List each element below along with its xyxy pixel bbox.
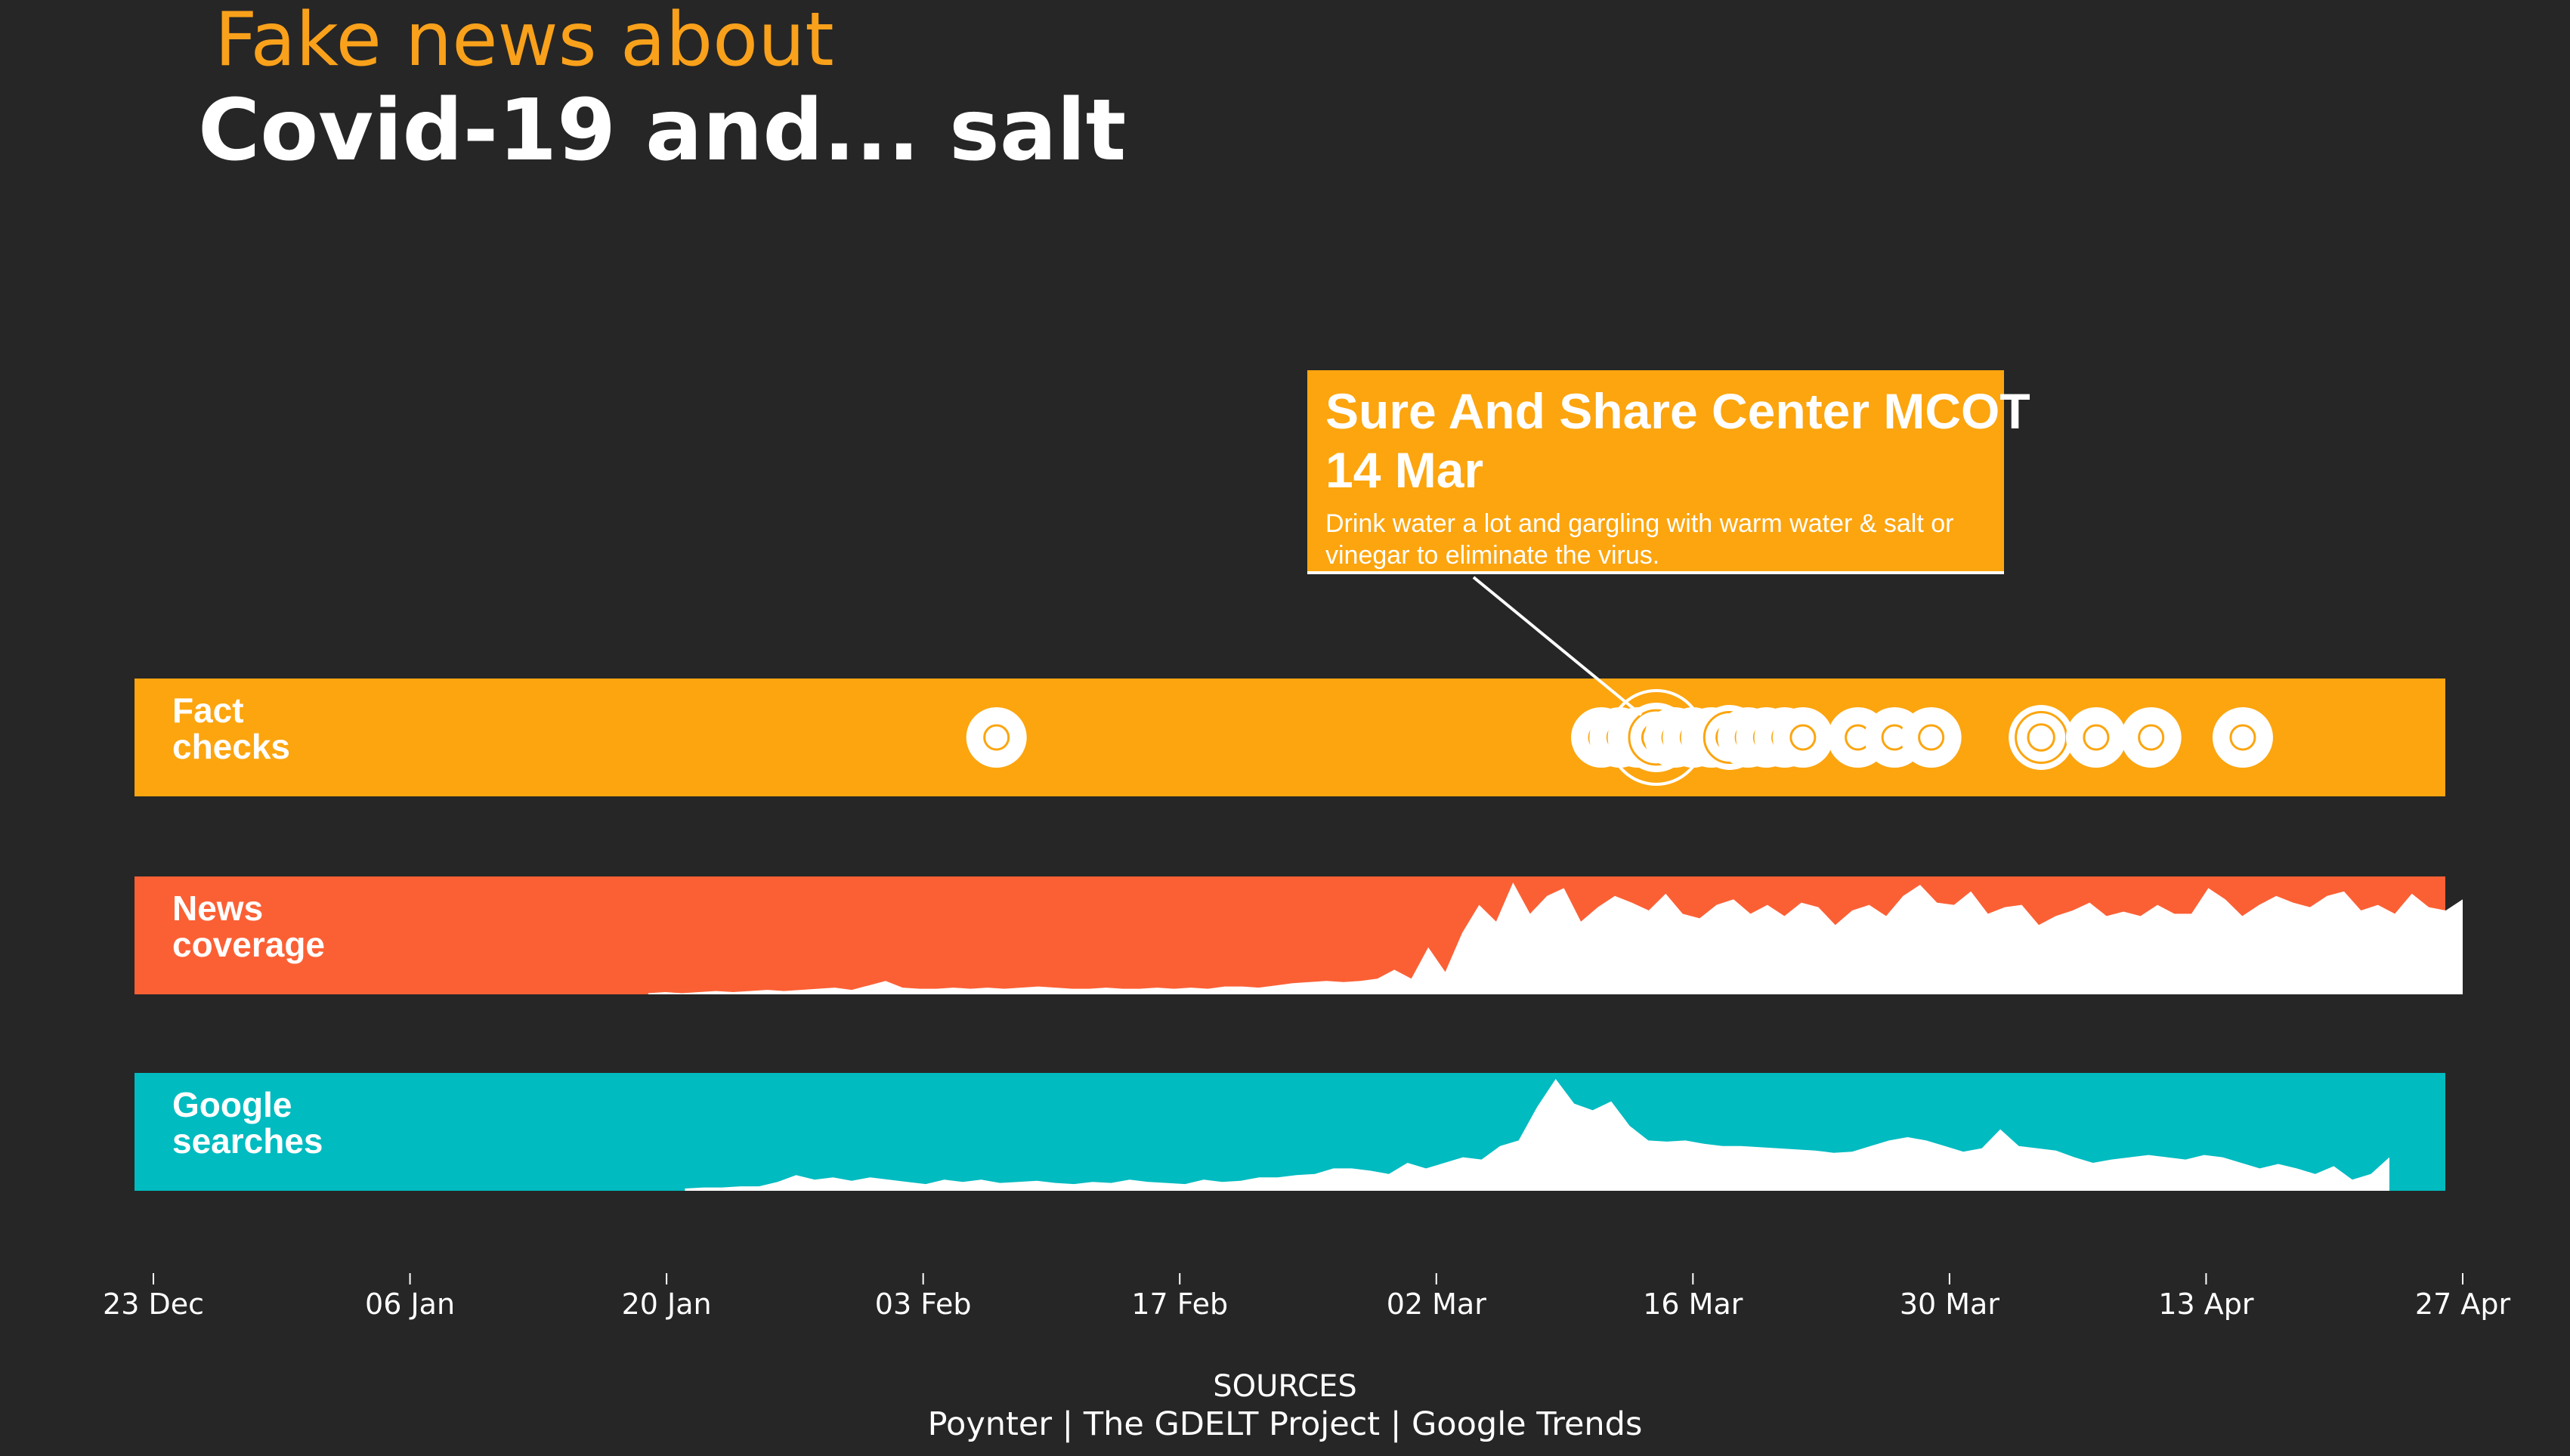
fact-check-marker — [1772, 707, 1833, 768]
fact-check-marker — [2065, 707, 2126, 768]
fact-check-marker — [2120, 707, 2182, 768]
tick-label: 17 Feb — [1131, 1288, 1228, 1321]
tooltip-date: 14 Mar — [1325, 441, 1484, 498]
tick-label: 02 Mar — [1387, 1288, 1487, 1321]
sources-label: SOURCES — [1213, 1369, 1357, 1404]
fact-check-marker — [1900, 707, 1962, 768]
tick-label: 03 Feb — [875, 1288, 972, 1321]
tick-label: 16 Mar — [1643, 1288, 1743, 1321]
fact-check-marker — [2212, 707, 2273, 768]
tick-label: 06 Jan — [365, 1288, 455, 1321]
fact-check-marker — [966, 707, 1027, 768]
tick-label: 30 Mar — [1900, 1288, 2000, 1321]
tick-label: 27 Apr — [2415, 1288, 2511, 1321]
sources-text: Poynter | The GDELT Project | Google Tre… — [927, 1405, 1643, 1443]
tooltip-claim: Drink water a lot and gargling with warm… — [1325, 509, 1954, 570]
tick-label: 13 Apr — [2158, 1288, 2254, 1321]
tooltip-source: Sure And Share Center MCOT — [1325, 383, 2030, 439]
timeline-chart: Fact checksNews coverageGoogle searches23 D… — [103, 576, 2511, 1321]
fact-check-marker — [2009, 705, 2074, 770]
tick-label: 23 Dec — [103, 1288, 204, 1321]
tick-label: 20 Jan — [622, 1288, 712, 1321]
fact-check-tooltip: Sure And Share Center MCOT 14 Mar Drink … — [1307, 370, 2030, 574]
